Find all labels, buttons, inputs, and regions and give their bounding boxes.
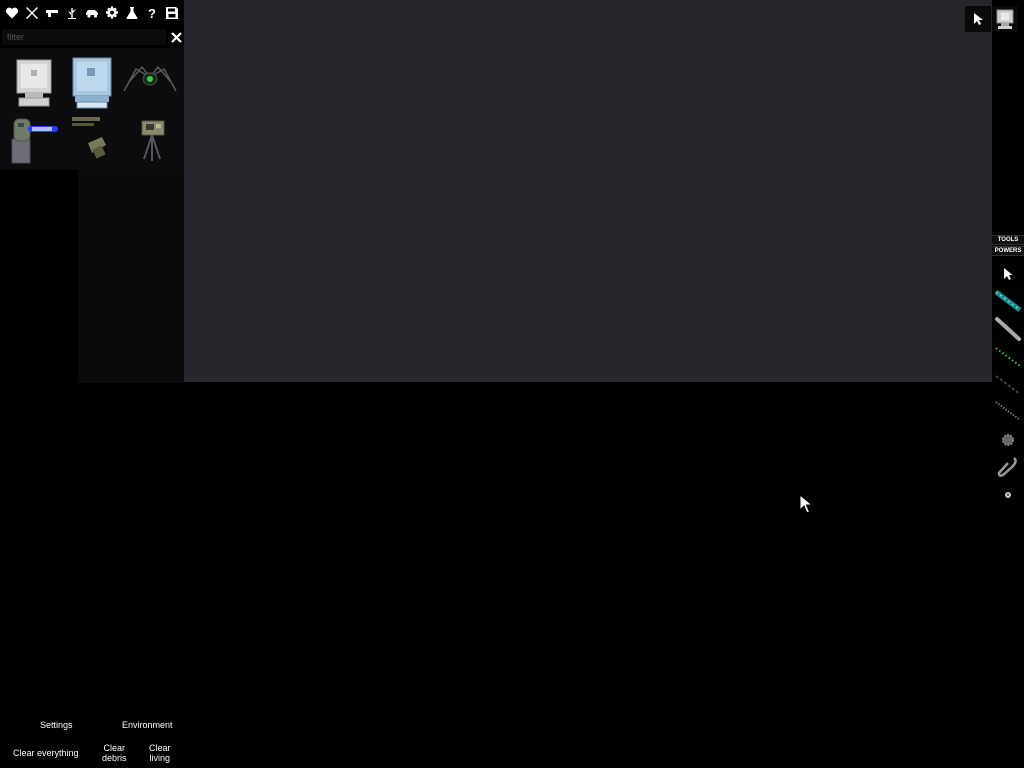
filter-row	[0, 28, 184, 46]
pointer-cursor-icon	[974, 13, 983, 25]
camera-tripod-icon[interactable]	[121, 110, 179, 168]
clear-living-button[interactable]: Clear living	[149, 743, 171, 763]
environment-button[interactable]: Environment	[122, 720, 173, 730]
right-toolbar: TOOLS POWERS	[992, 235, 1024, 505]
plant-icon[interactable]	[63, 4, 81, 22]
tab-tools[interactable]: TOOLS	[992, 235, 1024, 245]
rod-icon[interactable]	[992, 315, 1024, 343]
category-bar: ?	[0, 0, 184, 26]
car-icon[interactable]	[83, 4, 101, 22]
rope-icon[interactable]	[992, 397, 1024, 425]
gear-icon[interactable]	[103, 4, 121, 22]
computer-monitor-icon[interactable]	[5, 54, 63, 112]
mouse-cursor-icon	[799, 494, 813, 514]
computer-monitor-blue-icon[interactable]	[63, 54, 121, 112]
led-strip-icon[interactable]	[992, 343, 1024, 371]
chain-icon[interactable]	[992, 371, 1024, 399]
flask-icon[interactable]	[123, 4, 141, 22]
close-icon[interactable]	[168, 29, 184, 45]
floppy-disk-icon[interactable]	[163, 4, 181, 22]
pointer-cursor-icon[interactable]	[992, 260, 1024, 288]
settings-button[interactable]: Settings	[40, 720, 73, 730]
pointer-mode-button[interactable]	[965, 6, 991, 32]
question-icon[interactable]: ?	[143, 4, 161, 22]
tab-powers[interactable]: POWERS	[992, 246, 1024, 256]
crossed-swords-icon[interactable]	[23, 4, 41, 22]
hook-icon[interactable]	[992, 453, 1024, 481]
filter-input[interactable]	[2, 29, 166, 45]
laser-turret-icon[interactable]	[5, 110, 63, 168]
mounted-gun-icon[interactable]	[63, 110, 121, 168]
clear-living-label-line2: living	[149, 753, 171, 763]
item-panel	[0, 48, 184, 170]
cable-wire-icon[interactable]	[992, 287, 1024, 315]
clear-everything-button[interactable]: Clear everything	[13, 748, 79, 758]
small-dot-icon[interactable]	[992, 481, 1024, 509]
clear-debris-button[interactable]: Clear debris	[102, 743, 127, 763]
clear-living-label-line1: Clear	[149, 743, 171, 753]
spider-robot-icon[interactable]	[121, 54, 179, 112]
simulation-viewport[interactable]	[184, 0, 992, 382]
panel-shadow	[78, 170, 184, 383]
clear-debris-label-line1: Clear	[103, 743, 126, 753]
pistol-icon[interactable]	[43, 4, 61, 22]
android-head-icon	[996, 9, 1014, 29]
svg-text:?: ?	[148, 6, 156, 20]
gear-hub-icon[interactable]	[992, 426, 1024, 454]
android-head-button[interactable]	[992, 6, 1018, 32]
heart-icon[interactable]	[3, 4, 21, 22]
clear-debris-label-line2: debris	[102, 753, 127, 763]
